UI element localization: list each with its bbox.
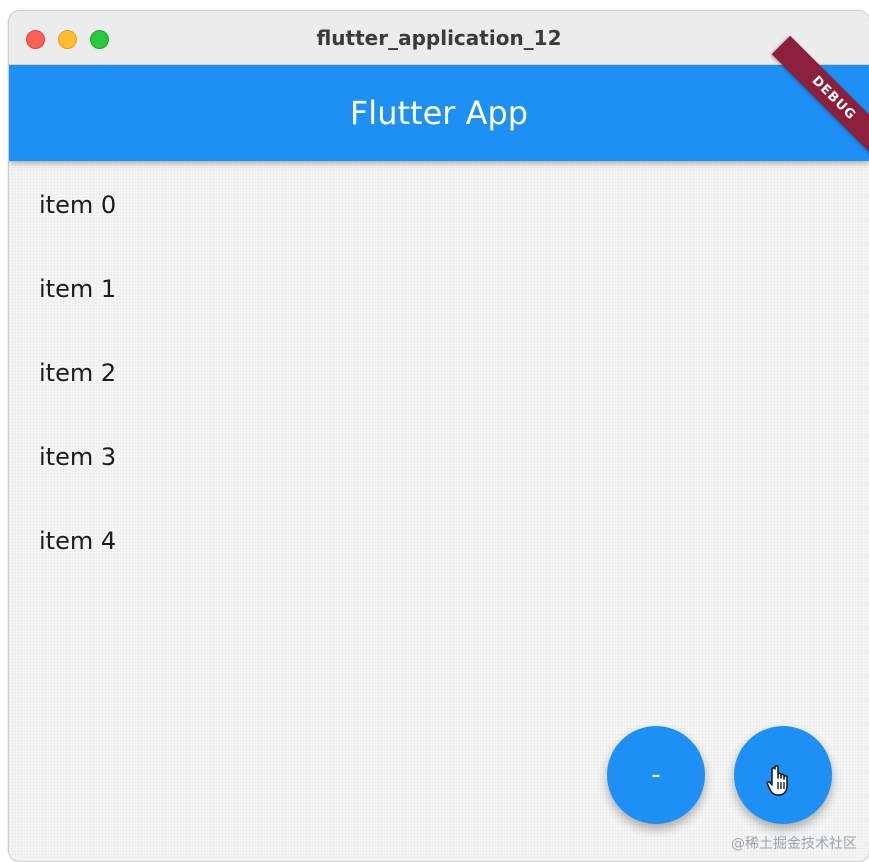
window-title: flutter_application_12: [316, 25, 562, 50]
close-window-button[interactable]: [26, 30, 45, 49]
list-item: item 1: [39, 275, 117, 303]
list-item: item 4: [39, 527, 117, 555]
list-item: item 2: [39, 359, 117, 387]
hand-pointer-cursor-icon: [766, 765, 788, 796]
list-item: item 0: [39, 191, 117, 219]
app-bar: Flutter App DEBUG: [9, 35, 869, 161]
add-item-button[interactable]: [734, 726, 832, 824]
minimize-window-button[interactable]: [58, 30, 77, 49]
app-body: item 0 item 1 item 2 item 3 item 4 - @稀土…: [9, 161, 869, 861]
debug-banner-label: DEBUG: [808, 72, 860, 124]
watermark: @稀土掘金技术社区: [731, 836, 857, 852]
item-list: item 0 item 1 item 2 item 3 item 4: [39, 185, 116, 605]
maximize-window-button[interactable]: [90, 30, 109, 49]
remove-item-button-label: -: [651, 760, 661, 790]
app-window: flutter_application_12 Flutter App DEBUG…: [8, 10, 869, 862]
app-bar-title: Flutter App: [349, 94, 529, 132]
window-titlebar[interactable]: flutter_application_12: [9, 11, 869, 65]
remove-item-button[interactable]: -: [607, 726, 705, 824]
window-controls: [26, 30, 109, 49]
list-item: item 3: [39, 443, 117, 471]
